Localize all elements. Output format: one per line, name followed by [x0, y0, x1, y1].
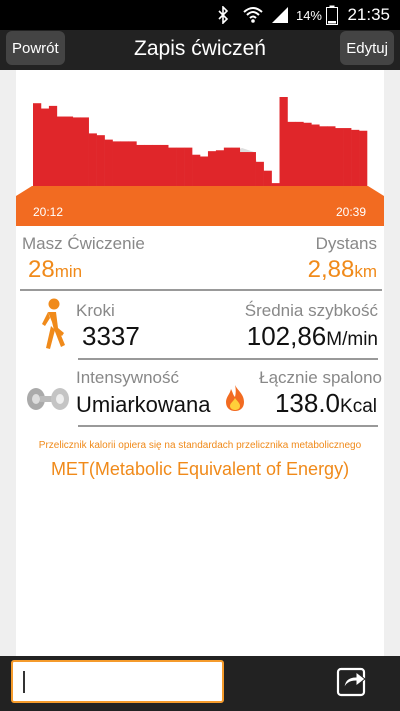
- chart-bar: [128, 141, 137, 192]
- chart-time-band: [16, 186, 384, 226]
- speed-number: 102,86: [246, 321, 327, 351]
- chart-end-time: 20:39: [336, 205, 366, 219]
- steps-value: 3337: [82, 321, 140, 351]
- chart-bar: [279, 97, 288, 192]
- bottom-bar: [0, 656, 400, 711]
- speed-label: Średnia szybkość: [244, 301, 378, 320]
- distance-value: 2,88km: [308, 256, 377, 284]
- distance-label: Dystans: [315, 234, 377, 253]
- chart-bar: [33, 103, 42, 192]
- chart-bar: [48, 105, 58, 192]
- duration-unit: min: [54, 262, 83, 281]
- chart-bar: [64, 116, 74, 192]
- calories-number: 138.0: [274, 388, 341, 418]
- chart-bar: [207, 151, 217, 192]
- speed-unit: M/min: [326, 329, 378, 350]
- chart-bars: [33, 97, 368, 192]
- chart-bar: [80, 117, 89, 192]
- wifi-icon: [242, 0, 264, 30]
- distance-number: 2,88: [307, 256, 355, 283]
- chart-bar: [104, 139, 113, 192]
- chart-bar: [303, 122, 312, 192]
- chart-bar: [327, 126, 336, 192]
- chart-bar: [351, 129, 360, 192]
- text-cursor: [23, 671, 25, 693]
- divider: [78, 358, 378, 360]
- chart-bar: [343, 128, 352, 192]
- share-icon[interactable]: [336, 665, 368, 697]
- duration-number: 28: [28, 256, 55, 283]
- duration-value: 28min: [28, 256, 82, 284]
- chart-bar: [295, 121, 304, 192]
- steps-label: Kroki: [76, 301, 115, 320]
- chart-bar: [287, 121, 296, 192]
- bluetooth-icon: [217, 0, 229, 30]
- flame-icon: [224, 384, 246, 417]
- chart-bar: [136, 144, 145, 192]
- chart-bar: [120, 141, 129, 192]
- chart-bar: [215, 150, 225, 192]
- chart-bar: [319, 126, 328, 192]
- speed-value: 102,86M/min: [247, 321, 378, 352]
- chart-start-time: 20:12: [33, 205, 63, 219]
- workout-card: 20:12 20:39 Masz Ćwiczenie 28min Dystans…: [16, 70, 384, 660]
- duration-label: Masz Ćwiczenie: [22, 234, 145, 253]
- chart-bar: [56, 116, 66, 192]
- divider: [78, 425, 378, 427]
- clock: 21:35: [347, 5, 390, 24]
- activity-chart: 20:12 20:39: [16, 70, 384, 226]
- intensity-value: Umiarkowana: [76, 392, 211, 417]
- chart-bar: [152, 144, 161, 192]
- chart-bar: [160, 144, 169, 192]
- signal-icon: [270, 0, 290, 30]
- battery-percent: 14%: [295, 7, 322, 23]
- calories-value: 138.0Kcal: [275, 388, 377, 419]
- intensity-label: Intensywność: [76, 368, 179, 387]
- page-title: Zapis ćwiczeń: [134, 37, 266, 60]
- divider: [20, 289, 382, 291]
- met-note: MET(Metabolic Equivalent of Energy): [50, 459, 350, 479]
- chart-bar: [176, 147, 185, 192]
- chart-bar: [88, 133, 97, 192]
- calories-unit: Kcal: [340, 396, 377, 417]
- back-button[interactable]: Powrót: [6, 31, 65, 65]
- calories-label: Łącznie spalono: [259, 368, 382, 387]
- edit-button[interactable]: Edytuj: [340, 31, 394, 65]
- chart-bar: [359, 130, 368, 192]
- status-bar: 14% 21:35: [0, 0, 400, 30]
- chart-bar: [144, 144, 153, 192]
- chart-bar: [168, 147, 177, 192]
- chart-bar: [184, 147, 193, 192]
- battery-icon: [326, 0, 338, 30]
- walking-person-icon: [34, 298, 68, 355]
- chart-bar: [112, 141, 121, 192]
- chart-bar: [223, 147, 233, 192]
- header-bar: Powrót Zapis ćwiczeń Edytuj: [0, 30, 400, 70]
- chart-bar: [40, 108, 50, 192]
- calorie-note: Przelicznik kalorii opiera się na standa…: [38, 440, 362, 451]
- comment-input[interactable]: [11, 660, 224, 703]
- chart-bar: [231, 147, 241, 192]
- activity-chart-svg: 20:12 20:39: [16, 97, 384, 226]
- chart-bar: [311, 124, 320, 192]
- chart-bar: [72, 117, 82, 192]
- chart-bar: [96, 135, 105, 192]
- distance-unit: km: [354, 262, 377, 281]
- chart-bar: [335, 128, 344, 192]
- dumbbell-icon: [24, 386, 72, 417]
